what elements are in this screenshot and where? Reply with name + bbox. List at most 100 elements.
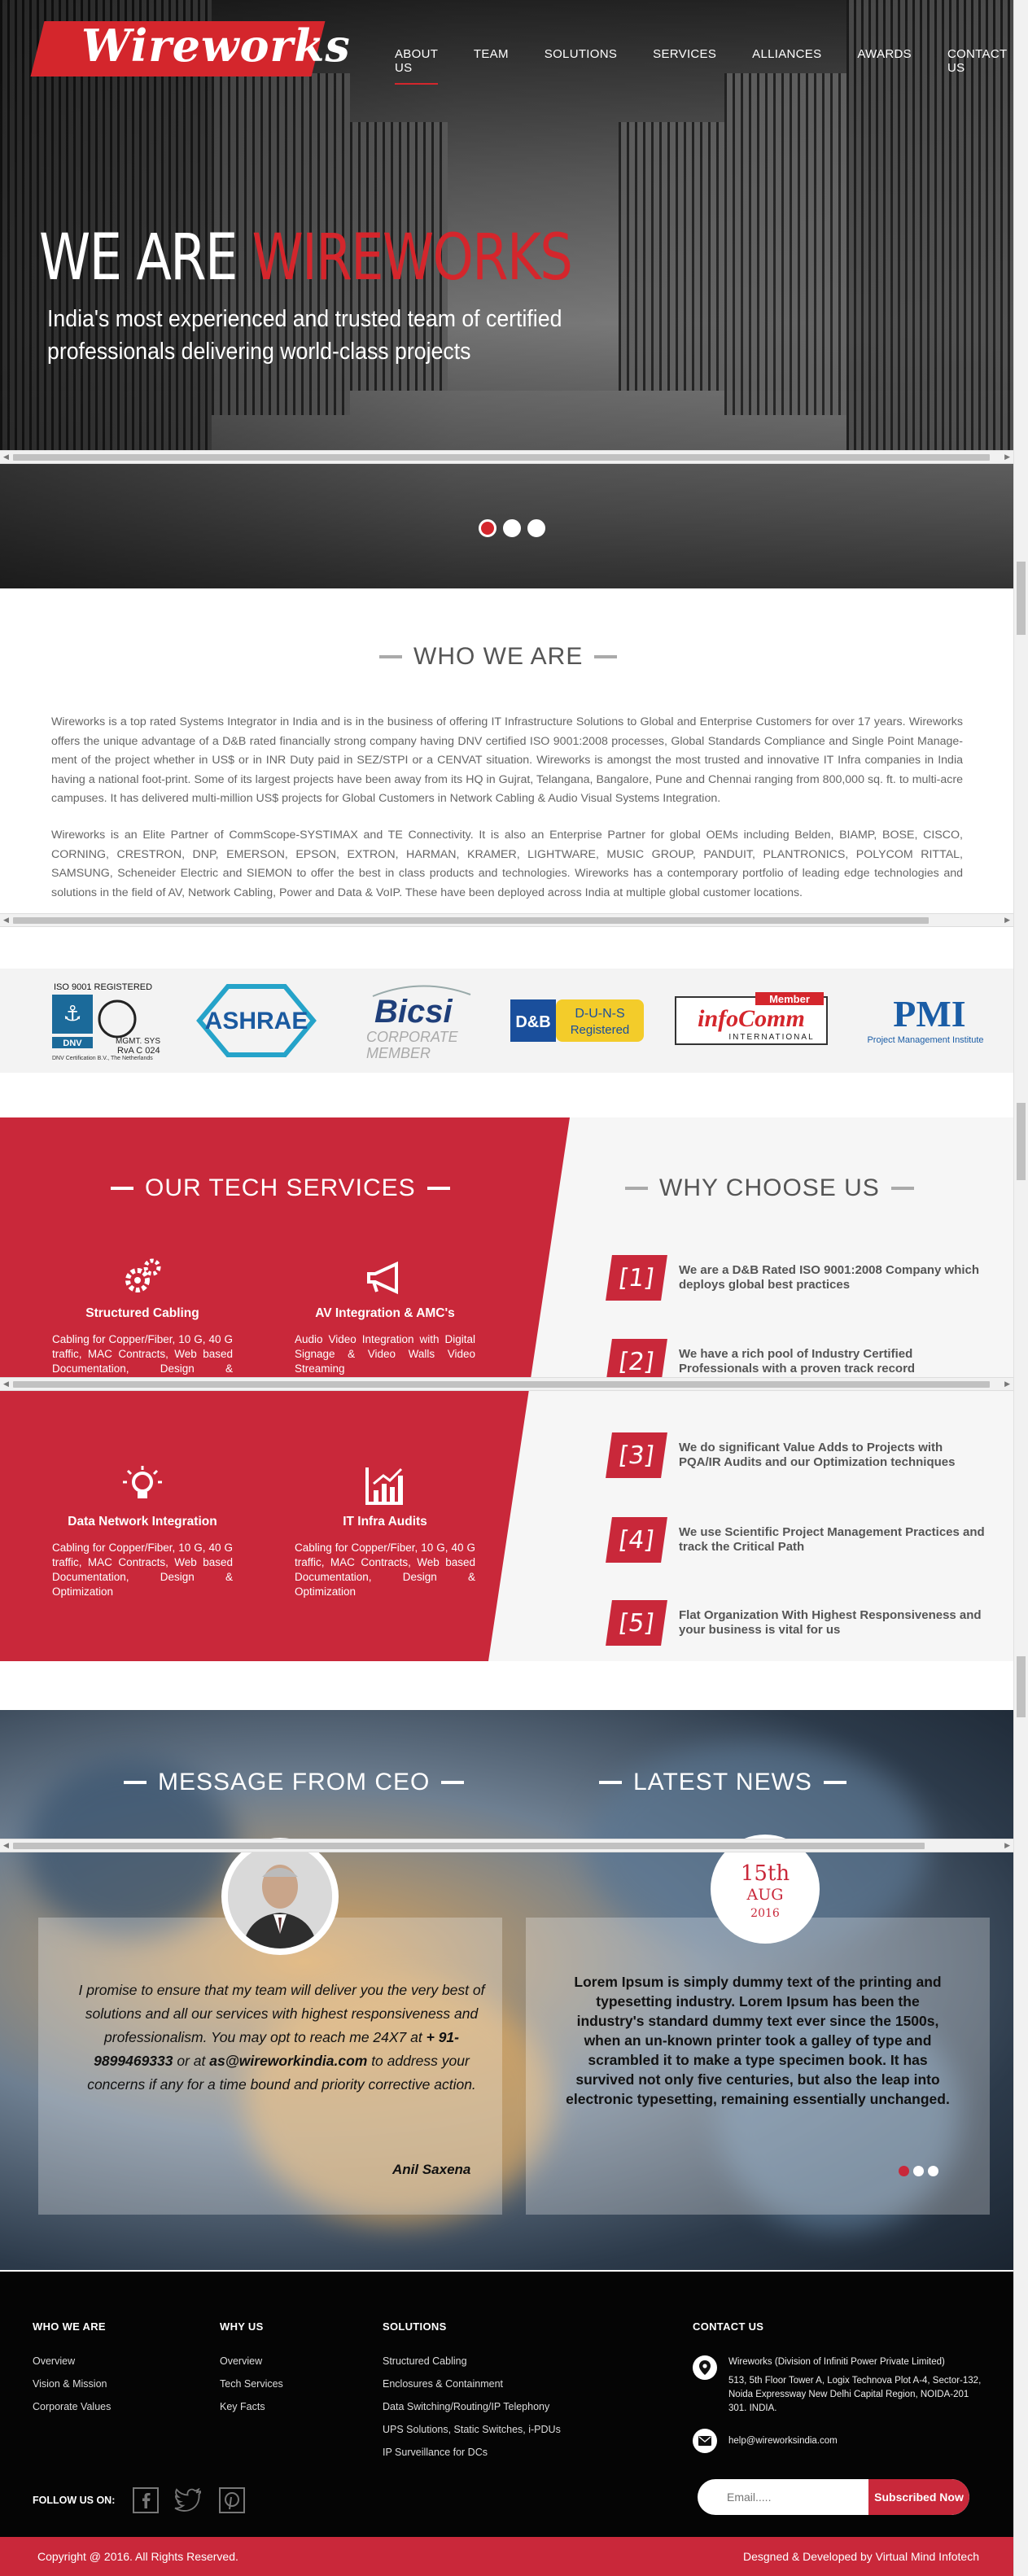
horizontal-scrollbar[interactable]: ◀ ▶: [0, 913, 1013, 927]
ceo-name: Anil Saxena: [392, 2162, 471, 2177]
svg-text:Bicsi: Bicsi: [374, 994, 453, 1030]
svg-text:INTERNATIONAL: INTERNATIONAL: [728, 1033, 814, 1042]
megaphone-icon: [367, 1261, 398, 1295]
newsletter-email-input[interactable]: [698, 2479, 868, 2515]
footer-contact: CONTACT US Wireworks (Division of Infini…: [693, 2320, 986, 2466]
lightbulb-icon: [123, 1466, 162, 1498]
footer-link[interactable]: Overview: [33, 2355, 111, 2367]
hero-subtitle: India's most experienced and trusted tea…: [47, 306, 562, 365]
copyright-text: Copyright @ 2016. All Rights Reserved.: [37, 2550, 238, 2563]
footer-link[interactable]: Overview: [220, 2355, 283, 2367]
twitter-icon[interactable]: [173, 2485, 203, 2516]
svg-text:infoComm: infoComm: [698, 1005, 805, 1032]
news-dot-1[interactable]: [899, 2166, 909, 2176]
horizontal-scrollbar[interactable]: ◀ ▶: [0, 450, 1013, 464]
duns-logo: D&B D-U-N-S Registered: [509, 983, 647, 1058]
who-we-are-title: WHO WE ARE: [379, 643, 618, 671]
facebook-icon[interactable]: [130, 2485, 161, 2516]
why-item-5: [5] Flat Organization With Highest Respon…: [606, 1600, 988, 1646]
why-item-4: [4] We use Scientific Project Management …: [606, 1517, 988, 1563]
svg-text:MGMT. SYS: MGMT. SYS: [116, 1037, 160, 1046]
location-pin-icon: [693, 2355, 717, 2380]
svg-text:⚓: ⚓: [63, 1002, 81, 1026]
horizontal-scrollbar[interactable]: ◀ ▶: [0, 1839, 1013, 1852]
avatar: [221, 1838, 339, 1955]
news-text: Lorem Ipsum is simply dummy text of the …: [566, 1974, 950, 2107]
svg-text:Member: Member: [769, 993, 810, 1005]
footer-why: WHY US Overview Tech Services Key Facts: [220, 2320, 283, 2412]
news-dot-3[interactable]: [928, 2166, 938, 2176]
ashrae-logo: ASHRAE: [195, 983, 317, 1058]
vertical-scrollbar[interactable]: [1013, 0, 1028, 2576]
why-item-1: [1] We are a D&B Rated ISO 9001:2008 Comp…: [606, 1255, 988, 1301]
copyright-bar: Copyright @ 2016. All Rights Reserved. D…: [0, 2537, 1013, 2576]
pmi-logo: PMI Project Management Institute: [856, 983, 995, 1058]
nav-solutions[interactable]: SOLUTIONS: [545, 47, 617, 75]
footer: WHO WE ARE Overview Vision & Mission Cor…: [0, 2272, 1013, 2548]
footer-solutions: SOLUTIONS Structured Cabling Enclosures …: [383, 2320, 561, 2458]
services-title: OUR TECH SERVICES: [111, 1174, 450, 1202]
nav-contact-us[interactable]: CONTACT US: [947, 47, 1007, 75]
service-structured-cabling[interactable]: Structured Cabling Cabling for Copper/Fi…: [52, 1256, 233, 1391]
news-title: LATEST NEWS: [599, 1769, 846, 1796]
nav-alliances[interactable]: ALLIANCES: [752, 47, 821, 75]
svg-text:DNV: DNV: [63, 1039, 82, 1048]
pinterest-icon[interactable]: [217, 2485, 247, 2516]
news-dot-2[interactable]: [913, 2166, 924, 2176]
svg-text:ASHRAE: ASHRAE: [205, 1008, 308, 1034]
ceo-photo: [228, 1844, 332, 1948]
svg-text:Project Management Institute: Project Management Institute: [867, 1035, 983, 1045]
why-item-3: [3] We do significant Value Adds to Proje…: [606, 1432, 988, 1478]
service-it-infra-audits[interactable]: IT Infra Audits Cabling for Copper/Fiber…: [295, 1464, 475, 1599]
footer-who: WHO WE ARE Overview Vision & Mission Cor…: [33, 2320, 112, 2412]
news-dots: [899, 2166, 938, 2176]
svg-text:D&B: D&B: [515, 1013, 550, 1031]
infocomm-logo: Member infoComm INTERNATIONAL: [674, 983, 829, 1058]
who-paragraph-1: Wireworks is a top rated Systems Integra…: [51, 715, 963, 805]
footer-link[interactable]: Data Switching/Routing/IP Telephony: [383, 2401, 561, 2412]
footer-link[interactable]: Tech Services: [220, 2378, 283, 2390]
ceo-news-section: MESSAGE FROM CEO LATEST NEWS 15th AUG 20…: [0, 1710, 1013, 2270]
ceo-email[interactable]: as@wireworkindia.com: [209, 2053, 367, 2069]
bicsi-logo: Bicsi CORPORATE MEMBER: [357, 983, 479, 1061]
nav-awards[interactable]: AWARDS: [857, 47, 912, 75]
footer-link[interactable]: Structured Cabling: [383, 2355, 561, 2367]
service-data-network[interactable]: Data Network Integration Cabling for Cop…: [52, 1464, 233, 1599]
logo[interactable]: Wireworks: [81, 20, 351, 72]
slider-dot-3[interactable]: [527, 519, 545, 537]
mail-icon: [693, 2429, 717, 2453]
slider-dot-1[interactable]: [479, 519, 497, 537]
svg-text:PMI: PMI: [893, 993, 965, 1034]
slider-dot-2[interactable]: [503, 519, 521, 537]
footer-link[interactable]: Enclosures & Containment: [383, 2378, 561, 2390]
developer-credit[interactable]: Desgned & Developed by Virtual Mind Info…: [743, 2550, 979, 2563]
nav-services[interactable]: SERVICES: [653, 47, 716, 75]
footer-email[interactable]: help@wireworksindia.com: [728, 2429, 838, 2448]
footer-link[interactable]: IP Surveillance for DCs: [383, 2447, 561, 2458]
footer-link[interactable]: Vision & Mission: [33, 2378, 111, 2390]
iso-logo: ISO 9001 REGISTERED ⚓ MGMT. SYS RvA C 02…: [50, 982, 164, 1061]
footer-link[interactable]: Key Facts: [220, 2401, 283, 2412]
follow-label: FOLLOW US ON:: [33, 2495, 116, 2506]
chart-icon: [365, 1467, 403, 1505]
footer-link[interactable]: UPS Solutions, Static Switches, i-PDUs: [383, 2424, 561, 2435]
svg-text:RvA C 024: RvA C 024: [117, 1046, 160, 1056]
svg-text:CORPORATE: CORPORATE: [366, 1029, 459, 1045]
gears-icon: [125, 1258, 161, 1292]
svg-text:ISO 9001 REGISTERED: ISO 9001 REGISTERED: [54, 982, 152, 992]
service-av-integration[interactable]: AV Integration & AMC's Audio Video Integ…: [295, 1256, 475, 1376]
ceo-quote: I promise to ensure that my team will de…: [78, 1982, 485, 2093]
nav-about-us[interactable]: ABOUT US: [395, 47, 438, 85]
hero-banner: Wireworks ABOUT US TEAM SOLUTIONS SERVIC…: [0, 0, 1013, 588]
certification-logos: ISO 9001 REGISTERED ⚓ MGMT. SYS RvA C 02…: [0, 969, 1013, 1073]
subscribe-button[interactable]: Subscribed Now: [868, 2479, 969, 2515]
why-title: WHY CHOOSE US: [625, 1174, 914, 1202]
slider-dots: [479, 519, 545, 537]
svg-text:DNV Certification B.V., The Ne: DNV Certification B.V., The Netherlands: [52, 1056, 153, 1061]
main-nav: ABOUT US TEAM SOLUTIONS SERVICES ALLIANC…: [395, 47, 1013, 85]
footer-link[interactable]: Corporate Values: [33, 2401, 111, 2412]
nav-team[interactable]: TEAM: [474, 47, 509, 75]
ceo-title: MESSAGE FROM CEO: [124, 1769, 465, 1796]
horizontal-scrollbar[interactable]: ◀ ▶: [0, 1377, 1013, 1391]
svg-text:Registered: Registered: [571, 1023, 630, 1037]
